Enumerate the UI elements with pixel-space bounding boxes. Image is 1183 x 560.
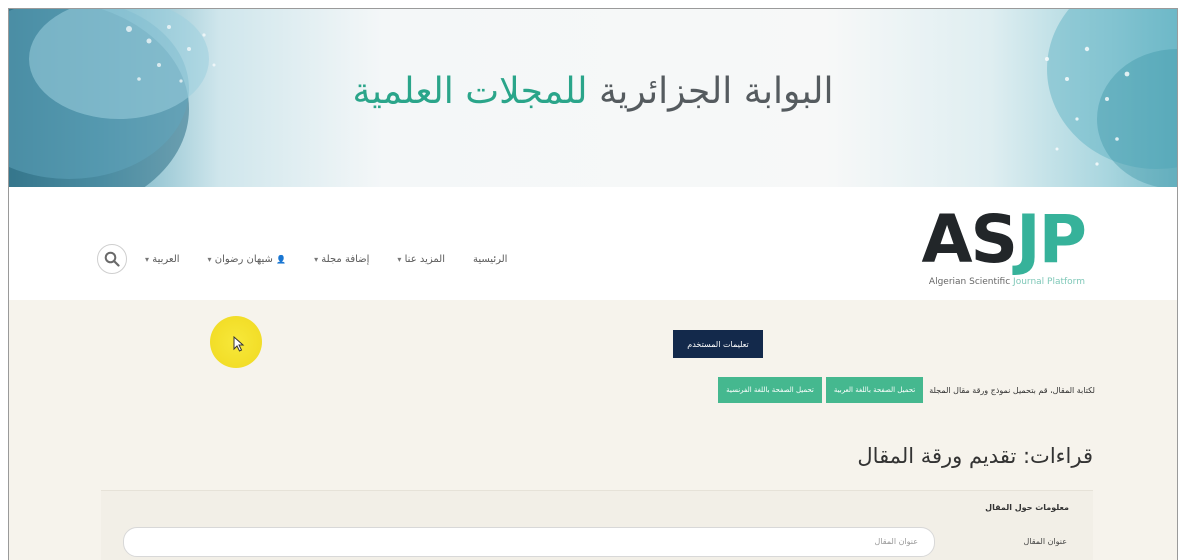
- banner-title-part2: للمجلات العلمية: [352, 71, 588, 112]
- download-french-template-button[interactable]: تحميل الصفحة باللغة الفرنسية: [718, 377, 822, 403]
- search-icon: [104, 251, 120, 267]
- main-nav: العربية ▾ 👤 شيهان رضوان ▾ إضافة مجلة ▾ ا…: [97, 243, 535, 275]
- chevron-down-icon: ▾: [314, 254, 319, 264]
- download-arabic-template-button[interactable]: تحميل الصفحة باللغة العربية: [825, 377, 924, 403]
- nav-language-dropdown[interactable]: العربية ▾: [145, 254, 180, 265]
- user-instructions-button[interactable]: تعليمات المستخدم: [673, 330, 763, 358]
- search-button[interactable]: [97, 244, 127, 274]
- article-title-input[interactable]: عنوان المقال: [123, 527, 935, 557]
- nav-add-journal[interactable]: إضافة مجلة ▾: [314, 254, 369, 265]
- banner-title-part1: البوابة الجزائرية: [598, 71, 834, 112]
- template-notice: لكتابة المقال، قم بتحميل نموذج ورقة مقال…: [929, 385, 1095, 395]
- template-download-row: لكتابة المقال، قم بتحميل نموذج ورقة مقال…: [714, 377, 1095, 403]
- site-banner: البوابة الجزائرية للمجلات العلمية: [9, 9, 1177, 187]
- logo-wordmark: ASJP: [921, 201, 1087, 278]
- nav-home[interactable]: الرئيسية: [473, 254, 507, 265]
- logo-subtitle: Algerian Scientific Journal Platform: [928, 277, 1085, 287]
- asjp-logo[interactable]: ASJP Algerian Scientific Journal Platfor…: [895, 201, 1087, 295]
- page-title: قراءات: تقديم ورقة المقال: [857, 444, 1093, 468]
- chevron-down-icon: ▾: [145, 254, 150, 264]
- main-content: تعليمات المستخدم لكتابة المقال، قم بتحمي…: [9, 300, 1177, 560]
- chevron-down-icon: ▾: [397, 254, 402, 264]
- title-field-placeholder: عنوان المقال: [874, 537, 918, 546]
- mouse-pointer-icon: [233, 336, 245, 352]
- user-icon: 👤: [276, 254, 287, 264]
- article-form-panel: معلومات حول المقال عنوان المقال عنوان ال…: [101, 490, 1093, 560]
- section-heading: معلومات حول المقال: [985, 503, 1069, 512]
- site-header: ASJP Algerian Scientific Journal Platfor…: [9, 187, 1177, 300]
- nav-about[interactable]: المزيد عنا ▾: [397, 254, 445, 265]
- browser-viewport: البوابة الجزائرية للمجلات العلمية ASJP A…: [8, 8, 1178, 560]
- nav-user-dropdown[interactable]: 👤 شيهان رضوان ▾: [208, 254, 287, 265]
- title-field-label: عنوان المقال: [1023, 537, 1067, 546]
- chevron-down-icon: ▾: [207, 254, 212, 264]
- banner-title: البوابة الجزائرية للمجلات العلمية: [9, 71, 1177, 112]
